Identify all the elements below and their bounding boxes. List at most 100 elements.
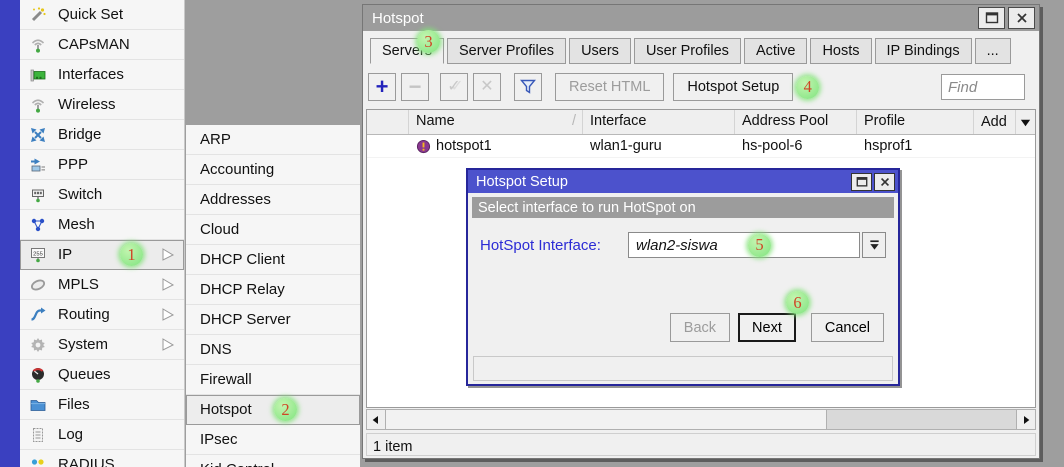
sidebar-item-mpls[interactable]: MPLS [20,270,184,300]
sidebar-item-bridge[interactable]: Bridge [20,120,184,150]
remove-button[interactable]: − [401,73,429,101]
sidebar-item-ip[interactable]: 255 IP 1 [20,240,184,270]
hotspot-interface-label: HotSpot Interface: [480,237,628,254]
tab-users[interactable]: Users [569,38,631,64]
sidebar-item-files[interactable]: Files [20,390,184,420]
sidebar-item-ppp[interactable]: PPP [20,150,184,180]
sidebar-item-routing[interactable]: Routing [20,300,184,330]
routing-arrows-icon [28,305,48,325]
sidebar-item-queues[interactable]: Queues [20,360,184,390]
antenna-icon [28,35,48,55]
submenu-item-ipsec[interactable]: IPsec [186,425,360,455]
disable-button[interactable]: ✕ [473,73,501,101]
next-button[interactable]: Next [738,313,796,342]
sidebar-item-label: Wireless [58,96,116,113]
dialog-prompt-banner: Select interface to run HotSpot on [472,197,894,218]
column-header-name[interactable]: Name / [409,110,583,134]
sidebar-item-system[interactable]: System [20,330,184,360]
tab-servers[interactable]: Servers 3 [370,38,444,64]
row-profile-cell: hsprof1 [857,138,974,154]
scrollbar-thumb[interactable] [386,410,827,429]
submenu-item-kid-control[interactable]: Kid Control [186,455,360,467]
hotspot-interface-combobox[interactable]: 5 [628,232,860,258]
step-badge-6: 6 [786,291,809,314]
tab-ip-bindings[interactable]: IP Bindings [875,38,972,64]
tab-label: User Profiles [646,43,729,59]
sidebar-item-log[interactable]: Log [20,420,184,450]
interface-dropdown-button[interactable] [862,232,886,258]
sidebar-item-label: Bridge [58,126,101,143]
funnel-icon [519,78,537,96]
scroll-left-button[interactable] [367,410,386,429]
submenu-item-dhcp-client[interactable]: DHCP Client [186,245,360,275]
cancel-button[interactable]: Cancel [811,313,884,342]
scroll-right-button[interactable] [1016,410,1035,429]
tab-more[interactable]: ... [975,38,1011,64]
window-title: Hotspot [372,10,975,27]
column-header-interface[interactable]: Interface [583,110,735,134]
dialog-maximize-button[interactable] [851,173,872,191]
sidebar-item-capsman[interactable]: CAPsMAN [20,30,184,60]
tab-label: IP Bindings [887,43,960,59]
submenu-item-arp[interactable]: ARP [186,125,360,155]
sidebar-item-wireless[interactable]: Wireless [20,90,184,120]
column-picker-button[interactable] [1015,110,1035,134]
radius-dots-icon [28,455,48,467]
reset-html-button[interactable]: Reset HTML [555,73,664,101]
sidebar-item-interfaces[interactable]: Interfaces [20,60,184,90]
tab-label: Users [581,43,619,59]
back-button[interactable]: Back [670,313,730,342]
filter-button[interactable] [514,73,542,101]
submenu-item-label: Kid Control [200,461,274,467]
submenu-item-firewall[interactable]: Firewall [186,365,360,395]
hotspot-setup-button[interactable]: Hotspot Setup [673,73,793,101]
dialog-close-button[interactable] [874,173,895,191]
sort-indicator: / [572,113,576,134]
find-input[interactable] [941,74,1025,100]
submenu-item-accounting[interactable]: Accounting [186,155,360,185]
maximize-button[interactable] [978,7,1005,29]
arrow-left-icon [370,414,382,426]
submenu-item-label: IPsec [200,431,238,448]
column-header-label: Add [981,114,1007,130]
submenu-item-dhcp-relay[interactable]: DHCP Relay [186,275,360,305]
main-menu-sidebar: Quick Set CAPsMAN Interfaces Wireless Br… [0,0,185,467]
submenu-item-hotspot[interactable]: Hotspot 2 [186,395,360,425]
horizontal-scrollbar[interactable] [366,409,1036,430]
sidebar-item-switch[interactable]: Switch [20,180,184,210]
column-header-address-pool[interactable]: Address Pool [735,110,857,134]
add-button[interactable]: + [368,73,396,101]
step-badge-1: 1 [120,243,143,266]
table-header-row: Name / Interface Address Pool Profile Ad… [367,110,1035,135]
tab-active[interactable]: Active [744,38,808,64]
submenu-item-label: DHCP Server [200,311,291,328]
submenu-item-label: Cloud [200,221,239,238]
sidebar-item-label: Files [58,396,90,413]
hotspot-interface-input[interactable] [636,237,748,254]
tab-hosts[interactable]: Hosts [810,38,871,64]
enable-button[interactable]: ✓ [440,73,468,101]
hotspot-window-titlebar[interactable]: Hotspot [363,5,1039,31]
column-header-profile[interactable]: Profile [857,110,974,134]
sidebar-item-label: Quick Set [58,6,123,23]
sidebar-item-mesh[interactable]: Mesh [20,210,184,240]
table-row[interactable]: hotspot1 wlan1-guru hs-pool-6 hsprof1 [367,135,1035,158]
sidebar-item-radius[interactable]: RADIUS [20,450,184,467]
column-header-flags[interactable] [367,110,409,134]
submenu-item-dhcp-server[interactable]: DHCP Server [186,305,360,335]
sidebar-item-quick-set[interactable]: Quick Set [20,0,184,30]
sidebar-accent-strip [0,0,20,467]
log-document-icon [28,425,48,445]
submenu-item-dns[interactable]: DNS [186,335,360,365]
hotspot-toolbar: + − ✓ ✕ Reset HTML Hotspot Setup 4 [363,64,1039,102]
tab-server-profiles[interactable]: Server Profiles [447,38,566,64]
column-header-add[interactable]: Add [974,110,1035,134]
submenu-item-cloud[interactable]: Cloud [186,215,360,245]
dialog-titlebar[interactable]: Hotspot Setup [468,170,898,193]
submenu-item-addresses[interactable]: Addresses [186,185,360,215]
tab-user-profiles[interactable]: User Profiles [634,38,741,64]
dropdown-arrow-icon [868,239,881,252]
close-button[interactable] [1008,7,1035,29]
switch-icon [28,185,48,205]
gauge-icon [28,365,48,385]
